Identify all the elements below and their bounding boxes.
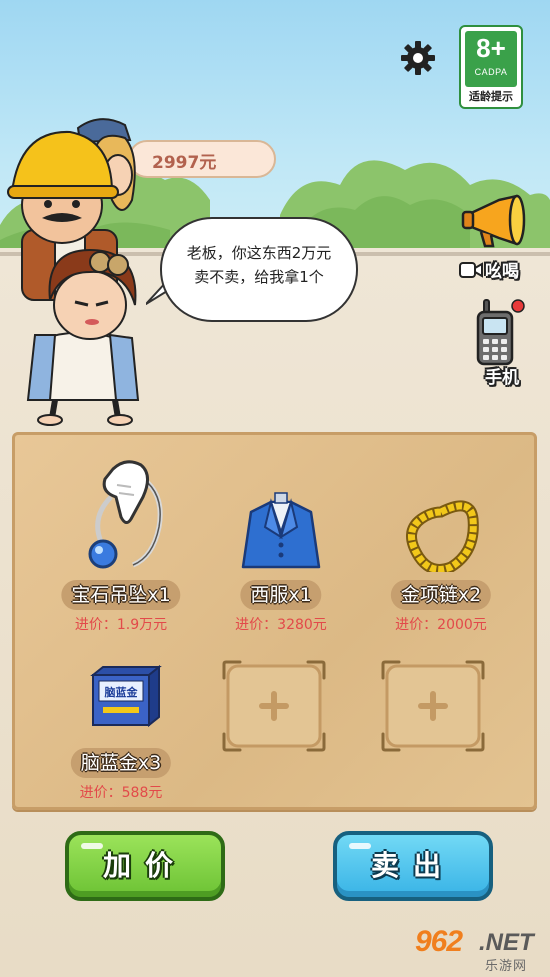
age-rating-badge[interactable]: 8+ CADPA 适龄提示: [459, 25, 523, 109]
inventory-slot-suit[interactable]: 西服x1 进价：3280元: [206, 457, 356, 633]
item-name-pill: 宝石吊坠x1: [51, 580, 191, 610]
lady-face: [53, 270, 127, 340]
item-name: 西服x1: [250, 584, 312, 606]
watermark-logo: 962 .NET 乐游网: [415, 925, 545, 974]
lady-coat: [26, 334, 57, 401]
age-rating-label: 适龄提示: [469, 90, 513, 103]
phone-icon: [476, 299, 525, 366]
item-name: 宝石吊坠x1: [71, 584, 171, 606]
button-shine: [349, 843, 371, 849]
raise-price-label: 加价: [102, 849, 187, 882]
empty-slot-add[interactable]: [381, 660, 485, 752]
item-cost-price: 进价：2000元: [395, 617, 487, 633]
gold-necklace-icon: [406, 500, 479, 572]
shout-label: 吆喝: [485, 262, 519, 282]
megaphone-icon: [461, 194, 526, 248]
item-name-bg: 金项链x2: [390, 580, 492, 610]
add-item-icon: [222, 660, 326, 752]
item-name: 金项链x2: [400, 584, 482, 606]
product-box-text: 脑蓝金: [105, 685, 139, 699]
inventory-panel: 宝石吊坠x1 进价：1.9万元 西服x1 进价：3280元 金项链x2 进价：2…: [12, 432, 537, 810]
item-name-bg: 脑蓝金x3: [70, 748, 172, 778]
item-cost-price: 进价：588元: [79, 785, 163, 801]
inventory-slot-gem-pendant[interactable]: 宝石吊坠x1 进价：1.9万元: [46, 457, 196, 633]
shout-button[interactable]: 吆喝: [455, 192, 535, 282]
lady-legs: [49, 399, 121, 419]
watermark-site: 乐游网: [485, 959, 528, 974]
button-shine: [81, 843, 103, 849]
speech-line-1: 老板，你这东西2万元: [186, 244, 332, 262]
sell-label: 卖出: [370, 849, 455, 882]
watermark-brand: 962: [415, 925, 463, 958]
watermark-suffix: .NET: [479, 929, 534, 956]
phone-label: 手机: [485, 368, 519, 388]
age-rating-org: CADPA: [474, 67, 508, 77]
worker-helmet-brim: [7, 185, 119, 199]
settings-gear-icon[interactable]: [398, 38, 438, 78]
gem-pendant-icon: [88, 460, 163, 569]
item-name-pill: 脑蓝金x3: [51, 748, 191, 778]
item-name: 脑蓝金x3: [80, 752, 162, 774]
speech-line-2: 卖不卖，给我拿1个: [194, 268, 324, 286]
inventory-slot-supplement[interactable]: 脑蓝金 脑蓝金x3 进价：588元: [46, 625, 196, 801]
item-name-pill: 金项链x2: [371, 580, 511, 610]
supplement-box-icon: 脑蓝金: [90, 664, 162, 728]
phone-button[interactable]: 手机: [462, 298, 542, 388]
item-cost-price: 进价：3280元: [235, 617, 327, 633]
add-item-icon: [381, 660, 485, 752]
suit-icon: [241, 492, 321, 569]
empty-slot-add[interactable]: [222, 660, 326, 752]
item-name-pill: 西服x1: [211, 580, 351, 610]
raise-price-button[interactable]: 加价: [65, 831, 225, 901]
age-rating-value: 8+: [476, 33, 506, 63]
sell-button[interactable]: 卖出: [333, 831, 493, 901]
speech-bubble: 老板，你这东西2万元 卖不卖，给我拿1个: [160, 217, 358, 322]
speech-text: 老板，你这东西2万元 卖不卖，给我拿1个: [162, 241, 356, 289]
item-name-bg: 西服x1: [240, 580, 322, 610]
item-name-bg: 宝石吊坠x1: [61, 580, 181, 610]
inventory-slot-gold-necklace[interactable]: 金项链x2 进价：2000元: [366, 457, 516, 633]
age-rating-panel: 8+ CADPA: [465, 31, 517, 87]
